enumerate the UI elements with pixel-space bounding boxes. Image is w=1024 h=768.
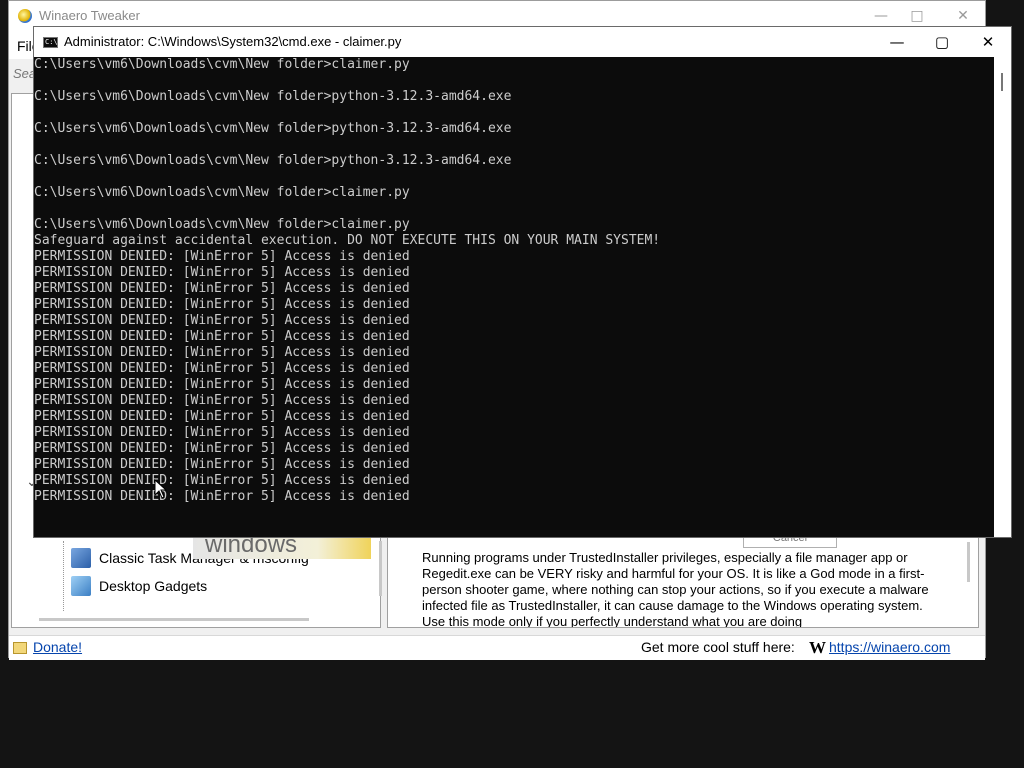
donate-link[interactable]: Donate! [33,639,82,655]
console-line: PERMISSION DENIED: [WinError 5] Access i… [34,473,410,488]
status-bar: Donate! Get more cool stuff here: W http… [9,635,985,660]
cmd-app-icon: C:\ [43,37,58,48]
console-line: PERMISSION DENIED: [WinError 5] Access i… [34,281,410,296]
tree-horizontal-scrollbar[interactable] [39,618,309,621]
minimize-icon[interactable]: — [869,6,893,26]
console-line: PERMISSION DENIED: [WinError 5] Access i… [34,329,410,344]
console-line: PERMISSION DENIED: [WinError 5] Access i… [34,425,410,440]
cmd-titlebar[interactable]: C:\ Administrator: C:\Windows\System32\c… [34,27,1011,57]
console-lines: C:\Users\vm6\Downloads\cvm\New folder>cl… [34,57,994,505]
console-line: PERMISSION DENIED: [WinError 5] Access i… [34,441,410,456]
console-scrollbar[interactable] [994,57,1011,537]
console-line: C:\Users\vm6\Downloads\cvm\New folder>py… [34,153,512,168]
close-icon[interactable]: ✕ [951,6,975,26]
console-line: C:\Users\vm6\Downloads\cvm\New folder>cl… [34,185,410,200]
tree-vertical-scrollbar[interactable] [379,541,382,596]
tree-item-desktop-gadgets[interactable]: Desktop Gadgets [71,574,207,598]
maximize-icon[interactable]: □ [905,6,929,26]
tree-item-label: Desktop Gadgets [99,578,208,594]
console-line: PERMISSION DENIED: [WinError 5] Access i… [34,297,410,312]
console-line: PERMISSION DENIED: [WinError 5] Access i… [34,345,410,360]
tree-connector [63,541,64,611]
cmd-window[interactable]: C:\ Administrator: C:\Windows\System32\c… [34,27,1011,537]
mouse-cursor-icon [154,479,168,499]
console-line: C:\Users\vm6\Downloads\cvm\New folder>py… [34,121,512,136]
console-line: C:\Users\vm6\Downloads\cvm\New folder>py… [34,89,512,104]
task-manager-icon [71,548,91,568]
console-output[interactable]: C:\Users\vm6\Downloads\cvm\New folder>cl… [34,57,994,537]
winaero-app-icon [18,9,32,23]
winaero-site-link[interactable]: https://winaero.com [829,639,950,655]
winaero-logo-icon: W [809,638,826,657]
console-line: PERMISSION DENIED: [WinError 5] Access i… [34,313,410,328]
gadgets-icon [71,576,91,596]
console-line: PERMISSION DENIED: [WinError 5] Access i… [34,249,410,264]
winaero-title: Winaero Tweaker [39,8,140,23]
description-text: Running programs under TrustedInstaller … [422,550,929,628]
status-text: Get more cool stuff here: [641,639,795,655]
minimize-icon[interactable]: — [877,31,917,53]
console-line: PERMISSION DENIED: [WinError 5] Access i… [34,361,410,376]
console-line: PERMISSION DENIED: [WinError 5] Access i… [34,393,410,408]
description-scrollbar[interactable] [967,542,970,582]
scroll-thumb[interactable] [1001,73,1003,91]
console-line: C:\Users\vm6\Downloads\cvm\New folder>cl… [34,217,410,232]
console-line: PERMISSION DENIED: [WinError 5] Access i… [34,265,410,280]
maximize-icon[interactable]: ▢ [922,31,962,53]
console-line: PERMISSION DENIED: [WinError 5] Access i… [34,489,410,504]
description-panel: Running programs under TrustedInstaller … [387,535,979,628]
console-line: PERMISSION DENIED: [WinError 5] Access i… [34,409,410,424]
console-line: PERMISSION DENIED: [WinError 5] Access i… [34,457,410,472]
close-icon[interactable]: ✕ [968,31,1008,53]
cmd-title: Administrator: C:\Windows\System32\cmd.e… [64,34,402,49]
console-line: C:\Users\vm6\Downloads\cvm\New folder>cl… [34,57,410,72]
console-line: PERMISSION DENIED: [WinError 5] Access i… [34,377,410,392]
console-line: Safeguard against accidental execution. … [34,233,661,248]
donate-icon [13,642,27,654]
